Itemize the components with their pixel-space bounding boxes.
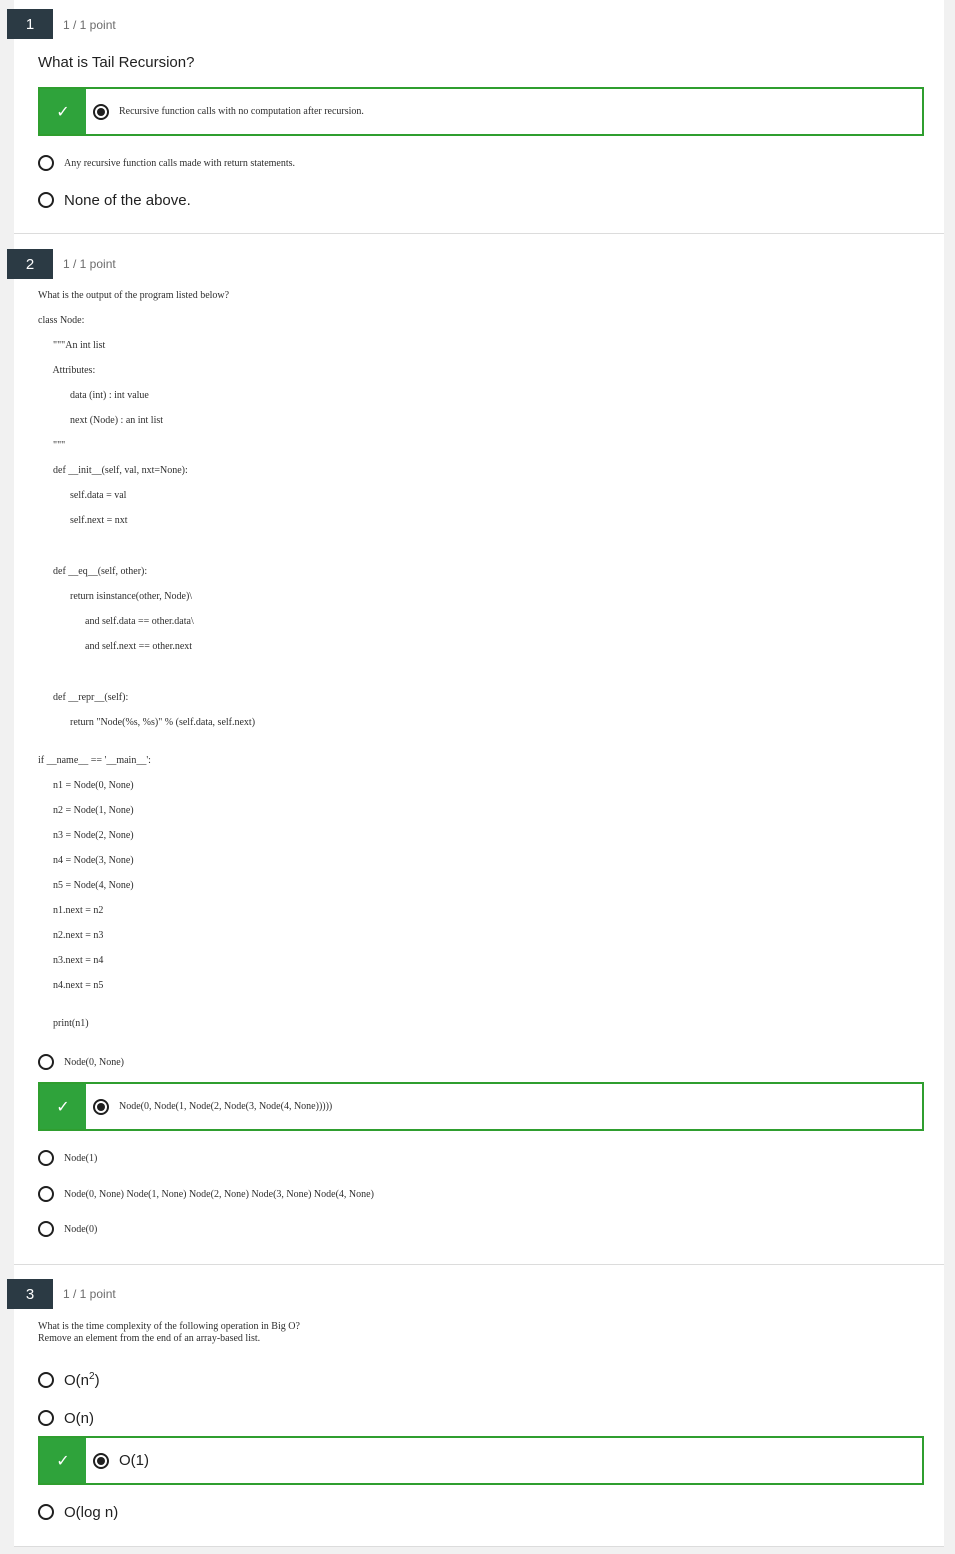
option-label: Node(0, None) Node(1, None) Node(2, None…: [64, 1188, 374, 1200]
radio[interactable]: [38, 1186, 54, 1202]
check-icon: ✓: [40, 1084, 86, 1129]
question-number: 3: [7, 1279, 53, 1309]
code-line: and self.next == other.next: [70, 641, 193, 652]
code-line: n4 = Node(3, None): [48, 855, 134, 866]
radio[interactable]: [38, 1054, 54, 1070]
code-line: self.data = val: [60, 490, 127, 501]
option-label: O(n): [64, 1409, 94, 1427]
radio[interactable]: [38, 1504, 54, 1520]
code-line: n1 = Node(0, None): [48, 780, 134, 791]
code-line: and self.data == other.data\: [70, 616, 194, 627]
code-line: return isinstance(other, Node)\: [60, 591, 193, 602]
option-correct[interactable]: ✓ Recursive function calls with no compu…: [38, 87, 924, 136]
code-line: n4.next = n5: [48, 980, 104, 991]
option-correct[interactable]: ✓ O(1): [38, 1436, 924, 1485]
option[interactable]: Node(0, None) Node(1, None) Node(2, None…: [38, 1182, 374, 1206]
radio[interactable]: [38, 1150, 54, 1166]
check-icon: ✓: [40, 89, 86, 134]
code-line: data (int) : int value: [60, 390, 149, 401]
code-line: def __repr__(self):: [48, 692, 129, 703]
option-label: None of the above.: [64, 191, 191, 209]
option[interactable]: O(n2): [38, 1368, 100, 1392]
option-label: O(n2): [64, 1371, 100, 1389]
code-line: def __eq__(self, other):: [48, 566, 148, 577]
radio-selected[interactable]: [93, 103, 109, 120]
code-line: Attributes:: [48, 365, 96, 376]
option[interactable]: O(log n): [38, 1500, 118, 1524]
option-label: Any recursive function calls made with r…: [64, 157, 296, 169]
radio[interactable]: [38, 1221, 54, 1237]
option-label: O(1): [119, 1452, 149, 1469]
option[interactable]: Any recursive function calls made with r…: [38, 151, 295, 175]
question-card-3: 3 1 / 1 point What is the time complexit…: [7, 1265, 944, 1547]
code-line: print(n1): [48, 1018, 89, 1029]
code-line: n1.next = n2: [48, 905, 104, 916]
code-line: n3.next = n4: [48, 955, 104, 966]
question-number: 1: [7, 9, 53, 39]
question-card-1: 1 1 / 1 point What is Tail Recursion? ✓ …: [7, 0, 944, 234]
code-line: n3 = Node(2, None): [48, 830, 134, 841]
option-correct[interactable]: ✓ Node(0, Node(1, Node(2, Node(3, Node(4…: [38, 1082, 924, 1131]
code-line: n2.next = n3: [48, 930, 104, 941]
question-title: What is the output of the program listed…: [38, 290, 230, 301]
question-title-line2: Remove an element from the end of an arr…: [38, 1333, 261, 1344]
question-points: 1 / 1 point: [63, 1287, 116, 1301]
option[interactable]: O(n): [38, 1406, 94, 1430]
radio[interactable]: [38, 1410, 54, 1426]
radio[interactable]: [38, 1372, 54, 1388]
code-line: """An int list: [48, 340, 106, 351]
code-line: class Node:: [38, 315, 85, 326]
code-line: if __name__ == '__main__':: [38, 755, 151, 766]
question-points: 1 / 1 point: [63, 257, 116, 271]
code-line: """: [48, 440, 66, 451]
code-line: next (Node) : an int list: [60, 415, 164, 426]
question-points: 1 / 1 point: [63, 18, 116, 32]
code-line: self.next = nxt: [60, 515, 128, 526]
code-line: n2 = Node(1, None): [48, 805, 134, 816]
option-label: Recursive function calls with no computa…: [119, 106, 364, 117]
radio[interactable]: [38, 155, 54, 171]
question-number: 2: [7, 249, 53, 279]
option-label: Node(1): [64, 1152, 98, 1164]
question-card-2: 2 1 / 1 point What is the output of the …: [7, 234, 944, 1265]
option-label: Node(0): [64, 1223, 98, 1235]
option[interactable]: Node(1): [38, 1146, 97, 1170]
radio[interactable]: [38, 192, 54, 208]
question-title-line1: What is the time complexity of the follo…: [38, 1321, 300, 1332]
option[interactable]: None of the above.: [38, 188, 191, 212]
option[interactable]: Node(0): [38, 1217, 97, 1241]
option-label: Node(0, Node(1, Node(2, Node(3, Node(4, …: [119, 1101, 333, 1112]
code-line: def __init__(self, val, nxt=None):: [48, 465, 188, 476]
option[interactable]: Node(0, None): [38, 1050, 124, 1074]
option-label: O(log n): [64, 1503, 119, 1521]
radio-selected[interactable]: [93, 1452, 109, 1469]
option-label: Node(0, None): [64, 1056, 124, 1068]
check-icon: ✓: [40, 1438, 86, 1483]
code-line: return "Node(%s, %s)" % (self.data, self…: [60, 717, 256, 728]
code-line: n5 = Node(4, None): [48, 880, 134, 891]
question-title: What is Tail Recursion?: [38, 54, 195, 71]
radio-selected[interactable]: [93, 1098, 109, 1115]
